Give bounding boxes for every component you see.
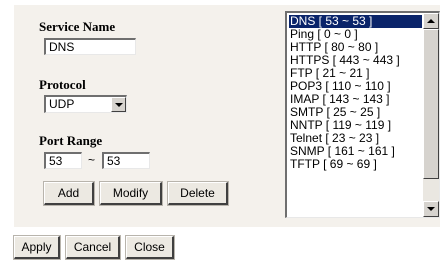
add-button[interactable]: Add xyxy=(43,181,95,206)
service-list-item[interactable]: TFTP [ 69 ~ 69 ] xyxy=(289,158,422,171)
scroll-down-icon[interactable] xyxy=(423,201,439,217)
modify-button[interactable]: Modify xyxy=(99,181,163,206)
service-name-label: Service Name xyxy=(39,19,116,34)
cancel-button[interactable]: Cancel xyxy=(65,235,121,260)
services-scrollbar[interactable] xyxy=(423,13,439,217)
service-name-field[interactable]: DNS xyxy=(44,38,136,55)
port-end-field[interactable]: 53 xyxy=(102,152,150,169)
chevron-down-icon[interactable] xyxy=(111,97,126,112)
services-listbox[interactable]: DNS [ 53 ~ 53 ] Ping [ 0 ~ 0 ] HTTP [ 80 ~… xyxy=(285,11,440,218)
services-list-items: DNS [ 53 ~ 53 ] Ping [ 0 ~ 0 ] HTTP [ 80 ~… xyxy=(289,15,422,171)
port-start-field[interactable]: 53 xyxy=(44,152,82,169)
apply-button[interactable]: Apply xyxy=(13,235,61,260)
scroll-up-icon[interactable] xyxy=(423,13,439,29)
protocol-select[interactable]: UDP xyxy=(44,95,127,113)
protocol-label: Protocol xyxy=(39,77,86,92)
port-range-label: Port Range xyxy=(39,133,103,148)
protocol-select-value: UDP xyxy=(49,97,75,111)
delete-button[interactable]: Delete xyxy=(167,181,229,206)
port-range-separator: ~ xyxy=(88,153,96,167)
scroll-thumb[interactable] xyxy=(423,29,439,179)
close-button[interactable]: Close xyxy=(125,235,175,260)
